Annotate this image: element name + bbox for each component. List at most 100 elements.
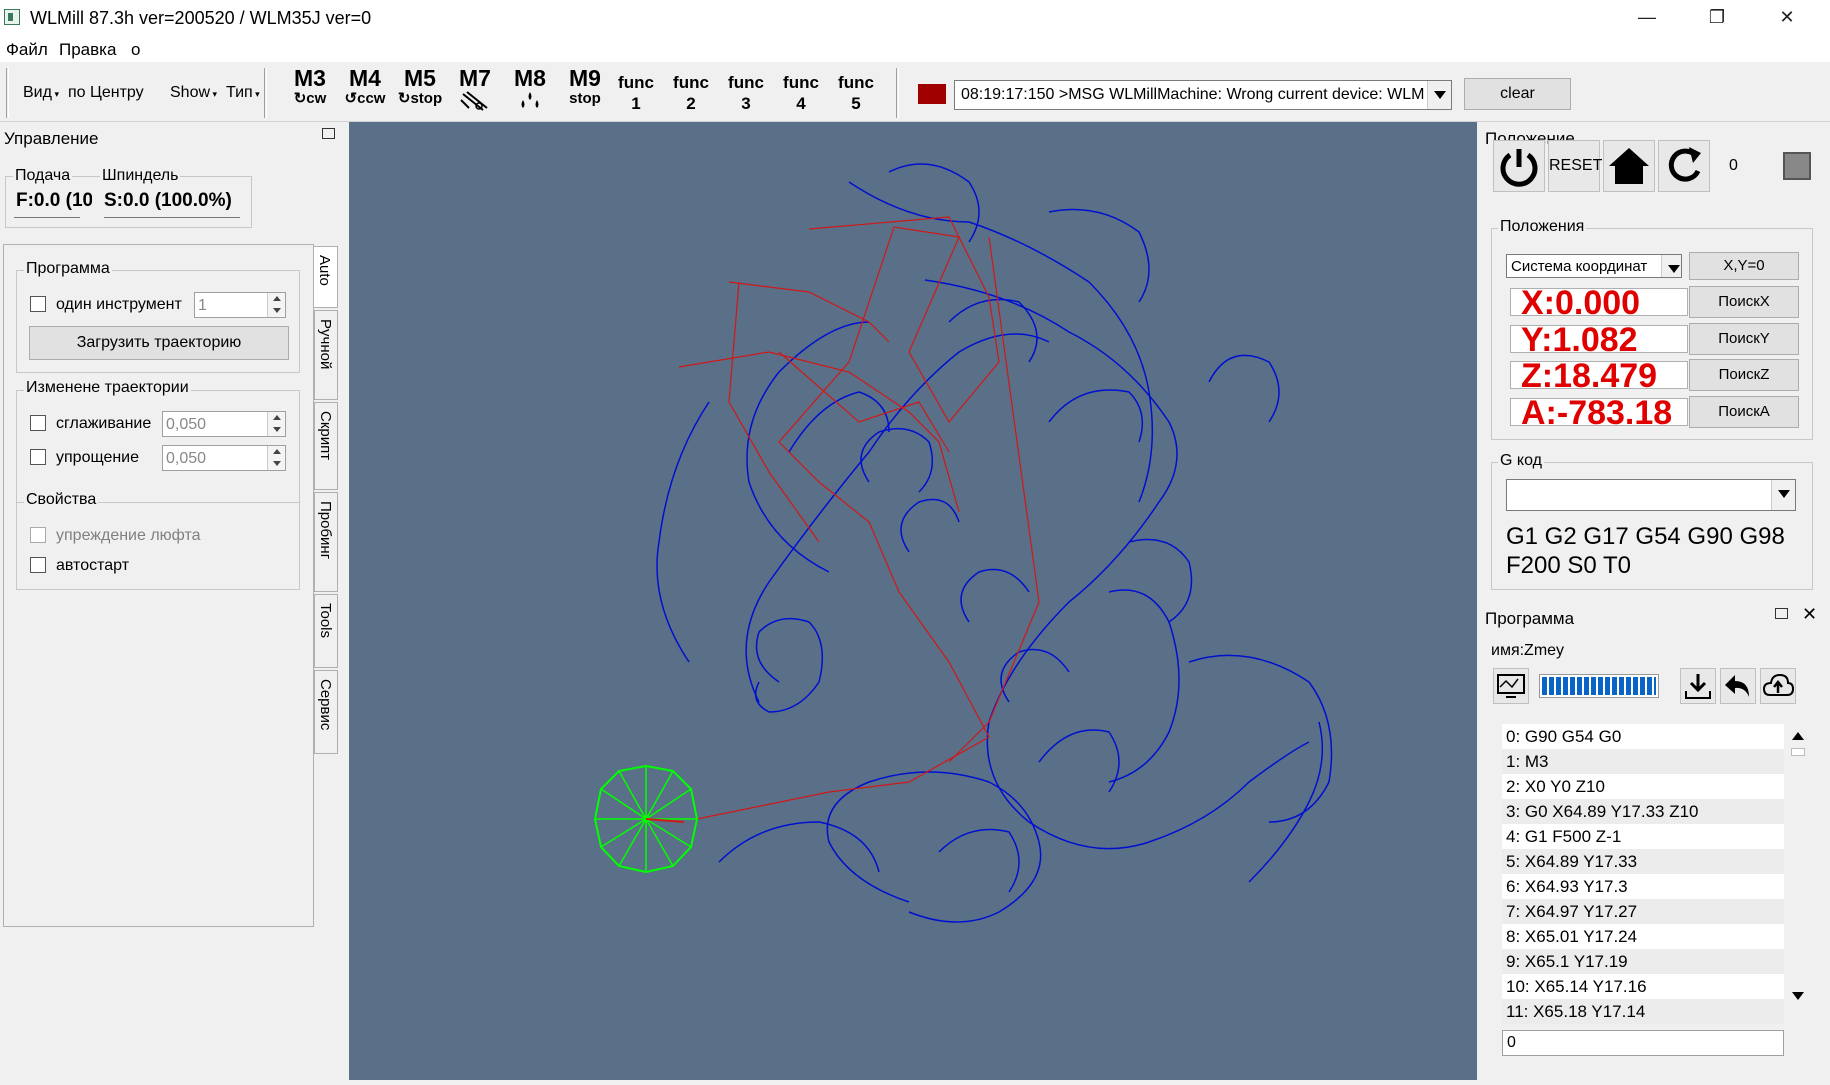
maximize-button[interactable]: ❐ (1682, 0, 1752, 36)
download-icon (1685, 674, 1711, 699)
feed-override-slider[interactable] (14, 214, 80, 218)
float-icon[interactable] (322, 128, 335, 139)
power-button[interactable] (1493, 140, 1545, 192)
simulate-button[interactable] (1493, 668, 1529, 704)
program-panel-title: Программа (1485, 609, 1575, 628)
message-log-combo[interactable]: 08:19:17:150 >MSG WLMillMachine: Wrong c… (954, 80, 1452, 110)
xy-zero-button[interactable]: X,Y=0 (1689, 252, 1799, 280)
one-tool-checkbox[interactable] (30, 296, 46, 312)
search-x-button[interactable]: ПоискX (1689, 286, 1799, 318)
menu-about[interactable]: о (131, 40, 140, 60)
upload-button[interactable] (1760, 668, 1796, 704)
tab-script[interactable]: Скрипт (314, 402, 338, 490)
undo-icon (1725, 675, 1749, 697)
download-button[interactable] (1680, 668, 1716, 704)
scroll-up-icon[interactable] (1792, 732, 1804, 740)
properties-group-label: Свойства (24, 491, 99, 509)
menu-file[interactable]: Файл (6, 40, 48, 60)
scrollbar-thumb[interactable] (1791, 748, 1805, 756)
program-line[interactable]: 11: X65.18 Y17.14 (1502, 999, 1784, 1024)
func-5-button[interactable]: func 5 (830, 72, 882, 114)
program-line[interactable]: 9: X65.1 Y17.19 (1502, 949, 1784, 974)
type-menu-button[interactable]: Тип ▾ (226, 84, 260, 102)
smoothing-spinbox[interactable]: 0,050 (162, 411, 286, 437)
m3-spindle-cw-button[interactable]: M3 ↻cw (284, 66, 336, 118)
program-line[interactable]: 5: X64.89 Y17.33 (1502, 849, 1784, 874)
autostart-checkbox[interactable] (30, 557, 46, 573)
func-1-button[interactable]: func 1 (610, 72, 662, 114)
search-a-button[interactable]: ПоискA (1689, 396, 1799, 428)
spindle-value: S:0.0 (100.0%) (104, 192, 232, 210)
close-button[interactable]: ✕ (1752, 0, 1822, 36)
chevron-down-icon[interactable] (1427, 81, 1451, 109)
menu-edit[interactable]: Правка (59, 40, 116, 60)
search-z-button[interactable]: ПоискZ (1689, 359, 1799, 391)
m8-flood-button[interactable]: M8 (504, 66, 556, 118)
x-coordinate: X:0.000 (1510, 288, 1688, 316)
load-trajectory-button[interactable]: Загрузить траекторию (29, 326, 289, 360)
refresh-icon (1668, 147, 1701, 182)
program-line[interactable]: 10: X65.14 Y17.16 (1502, 974, 1784, 999)
program-line[interactable]: 7: X64.97 Y17.27 (1502, 899, 1784, 924)
simplify-checkbox[interactable] (30, 449, 46, 465)
rotate-ccw-icon: ↺ (344, 90, 358, 107)
trajectory-change-label: Изменене траектории (24, 379, 191, 397)
m7-mist-button[interactable]: M7 (449, 66, 501, 118)
tab-probing[interactable]: Пробинг (314, 492, 338, 592)
program-line[interactable]: 3: G0 X64.89 Y17.33 Z10 (1502, 799, 1784, 824)
simplify-spinbox[interactable]: 0,050 (162, 445, 286, 471)
m5-spindle-stop-button[interactable]: M5 ↻stop (394, 66, 446, 118)
gcode-combo[interactable] (1506, 479, 1796, 511)
tool-marker (593, 764, 699, 874)
reset-button[interactable]: RESET (1548, 140, 1602, 192)
func-3-button[interactable]: func 3 (720, 72, 772, 114)
func-2-button[interactable]: func 2 (665, 72, 717, 114)
line-number-input[interactable]: 0 (1502, 1030, 1784, 1056)
float-icon[interactable] (1775, 608, 1788, 619)
m4-spindle-ccw-button[interactable]: M4 ↺ccw (339, 66, 391, 118)
program-listing[interactable]: 0: G90 G54 G0 1: M3 2: X0 Y0 Z10 3: G0 X… (1502, 724, 1784, 1024)
program-scrollbar[interactable] (1788, 726, 1808, 1006)
toolpath-drawing[interactable] (349, 122, 1477, 1080)
program-line[interactable]: 6: X64.93 Y17.3 (1502, 874, 1784, 899)
close-icon[interactable]: ✕ (1802, 604, 1817, 625)
program-line[interactable]: 0: G90 G54 G0 (1502, 724, 1784, 749)
program-line[interactable]: 4: G1 F500 Z-1 (1502, 824, 1784, 849)
backlash-checkbox[interactable] (30, 527, 46, 543)
tab-manual[interactable]: Ручной (314, 310, 338, 400)
home-button[interactable] (1603, 140, 1655, 192)
search-y-button[interactable]: ПоискY (1689, 323, 1799, 355)
power-icon (1500, 149, 1538, 187)
minimize-button[interactable]: — (1612, 0, 1682, 36)
back-button[interactable] (1720, 668, 1756, 704)
chevron-down-icon[interactable] (1771, 480, 1795, 510)
message-log-text: 08:19:17:150 >MSG WLMillMachine: Wrong c… (961, 86, 1425, 103)
rotate-button[interactable] (1658, 140, 1710, 192)
smoothing-checkbox[interactable] (30, 415, 46, 431)
toolbar-separator (6, 68, 9, 118)
toolpath-view[interactable] (349, 122, 1477, 1080)
program-line[interactable]: 2: X0 Y0 Z10 (1502, 774, 1784, 799)
func-4-button[interactable]: func 4 (775, 72, 827, 114)
smoothing-label: сглаживание (56, 415, 152, 432)
one-tool-spinbox[interactable]: 1 (194, 292, 286, 318)
tab-auto[interactable]: Auto (314, 246, 338, 308)
cloud-upload-icon (1762, 673, 1795, 696)
view-menu-button[interactable]: Вид ▾ (23, 84, 59, 102)
program-line[interactable]: 8: X65.01 Y17.24 (1502, 924, 1784, 949)
m9-coolant-stop-button[interactable]: M9 stop (559, 66, 611, 118)
properties-group (16, 502, 300, 590)
spindle-override-slider[interactable] (104, 214, 240, 218)
tab-service[interactable]: Сервис (314, 670, 338, 754)
chevron-down-icon[interactable] (1661, 255, 1681, 277)
program-line[interactable]: 1: M3 (1502, 749, 1784, 774)
show-menu-button[interactable]: Show ▾ (170, 84, 217, 102)
position-panel: Положение RESET 0 Положения Система коор… (1477, 122, 1830, 1080)
backlash-label: упреждение люфта (56, 527, 201, 544)
center-button[interactable]: по Центру (68, 84, 144, 102)
scroll-down-icon[interactable] (1792, 992, 1804, 1000)
status-indicator (918, 84, 946, 104)
coord-system-combo[interactable]: Система координат (1506, 254, 1682, 278)
clear-button[interactable]: clear (1464, 78, 1571, 110)
tab-tools[interactable]: Tools (314, 594, 338, 668)
